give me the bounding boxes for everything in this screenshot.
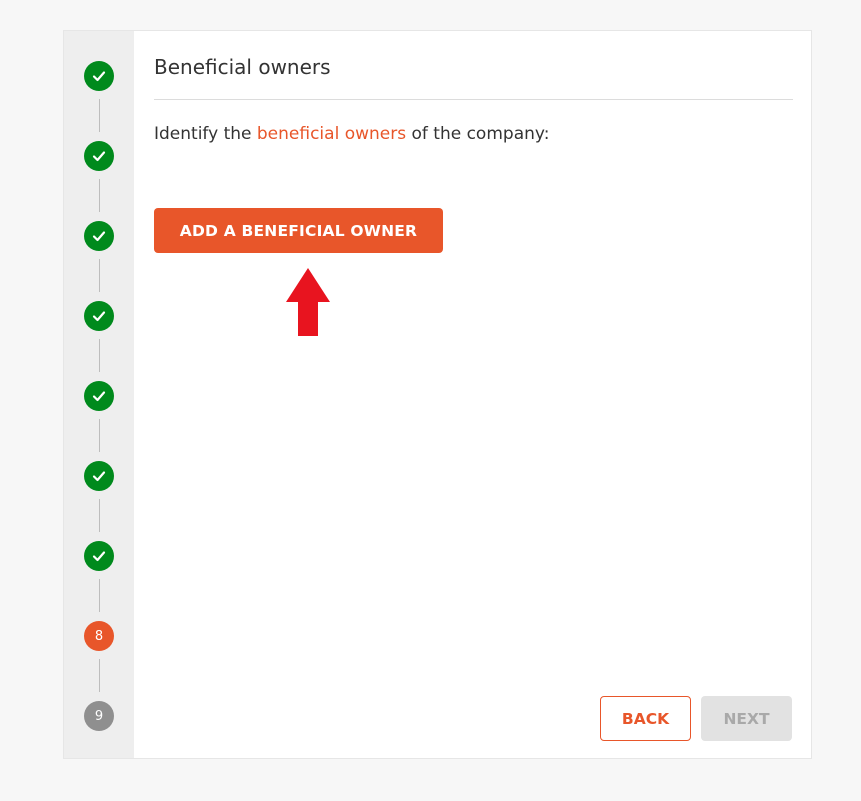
step-connector <box>99 259 100 292</box>
wizard-card: 8 9 Beneficial owners Identify the benef… <box>63 30 812 759</box>
step-connector <box>99 419 100 452</box>
red-arrow-up-icon <box>286 268 330 336</box>
step-connector <box>99 99 100 132</box>
step-connector <box>99 659 100 692</box>
step-1[interactable] <box>84 61 114 91</box>
step-8-current: 8 <box>84 621 114 651</box>
check-icon <box>92 71 106 82</box>
check-icon <box>92 151 106 162</box>
step-connector <box>99 499 100 532</box>
step-9: 9 <box>84 701 114 731</box>
step-3[interactable] <box>84 221 114 251</box>
step-6[interactable] <box>84 461 114 491</box>
step-2[interactable] <box>84 141 114 171</box>
check-icon <box>92 551 106 562</box>
next-button[interactable]: NEXT <box>701 696 792 741</box>
intro-text: Identify the beneficial owners of the co… <box>154 124 549 144</box>
check-icon <box>92 311 106 322</box>
check-icon <box>92 391 106 402</box>
page-title: Beneficial owners <box>154 55 331 79</box>
step-number: 8 <box>94 628 104 644</box>
add-beneficial-owner-button[interactable]: ADD A BENEFICIAL OWNER <box>154 208 443 253</box>
step-connector <box>99 339 100 372</box>
step-7[interactable] <box>84 541 114 571</box>
title-divider <box>154 99 793 100</box>
step-4[interactable] <box>84 301 114 331</box>
step-5[interactable] <box>84 381 114 411</box>
beneficial-owners-link[interactable]: beneficial owners <box>257 124 406 144</box>
progress-rail: 8 9 <box>64 31 134 758</box>
step-connector <box>99 579 100 612</box>
intro-text-after: of the company: <box>406 124 550 144</box>
back-button[interactable]: BACK <box>600 696 691 741</box>
step-number: 9 <box>94 708 104 724</box>
step-content: Beneficial owners Identify the beneficia… <box>154 31 793 758</box>
intro-text-before: Identify the <box>154 124 257 144</box>
check-icon <box>92 471 106 482</box>
step-connector <box>99 179 100 212</box>
check-icon <box>92 231 106 242</box>
